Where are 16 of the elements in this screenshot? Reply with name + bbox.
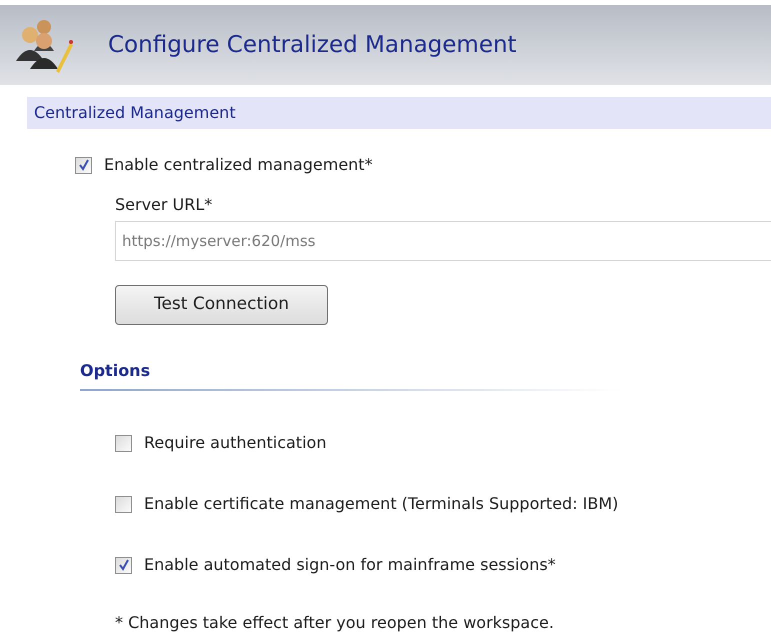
checkbox[interactable] xyxy=(75,156,92,174)
options-heading: Options xyxy=(80,359,622,391)
checkbox[interactable] xyxy=(115,434,132,452)
checkbox-label: Enable automated sign-on for mainframe sessions* xyxy=(144,554,556,576)
field-label: Server URL* xyxy=(115,194,214,216)
section-header: Centralized Management xyxy=(27,97,771,129)
test-connection-button[interactable]: Test Connection xyxy=(115,285,328,325)
checkbox-label: Enable centralized management* xyxy=(104,154,373,176)
page-title: Configure Centralized Management xyxy=(108,30,517,60)
checkbox-label: Enable certificate management (Terminals Supported: IBM) xyxy=(144,493,618,515)
checkbox[interactable] xyxy=(115,556,132,574)
checkbox[interactable] xyxy=(115,496,132,512)
users-pencil-icon xyxy=(14,17,74,73)
checkbox-label: Require authentication xyxy=(144,432,326,454)
url-field[interactable]: https://myserver:620/mss xyxy=(115,221,771,261)
footnote: * Changes take effect after you reopen the workspace. xyxy=(115,612,555,634)
